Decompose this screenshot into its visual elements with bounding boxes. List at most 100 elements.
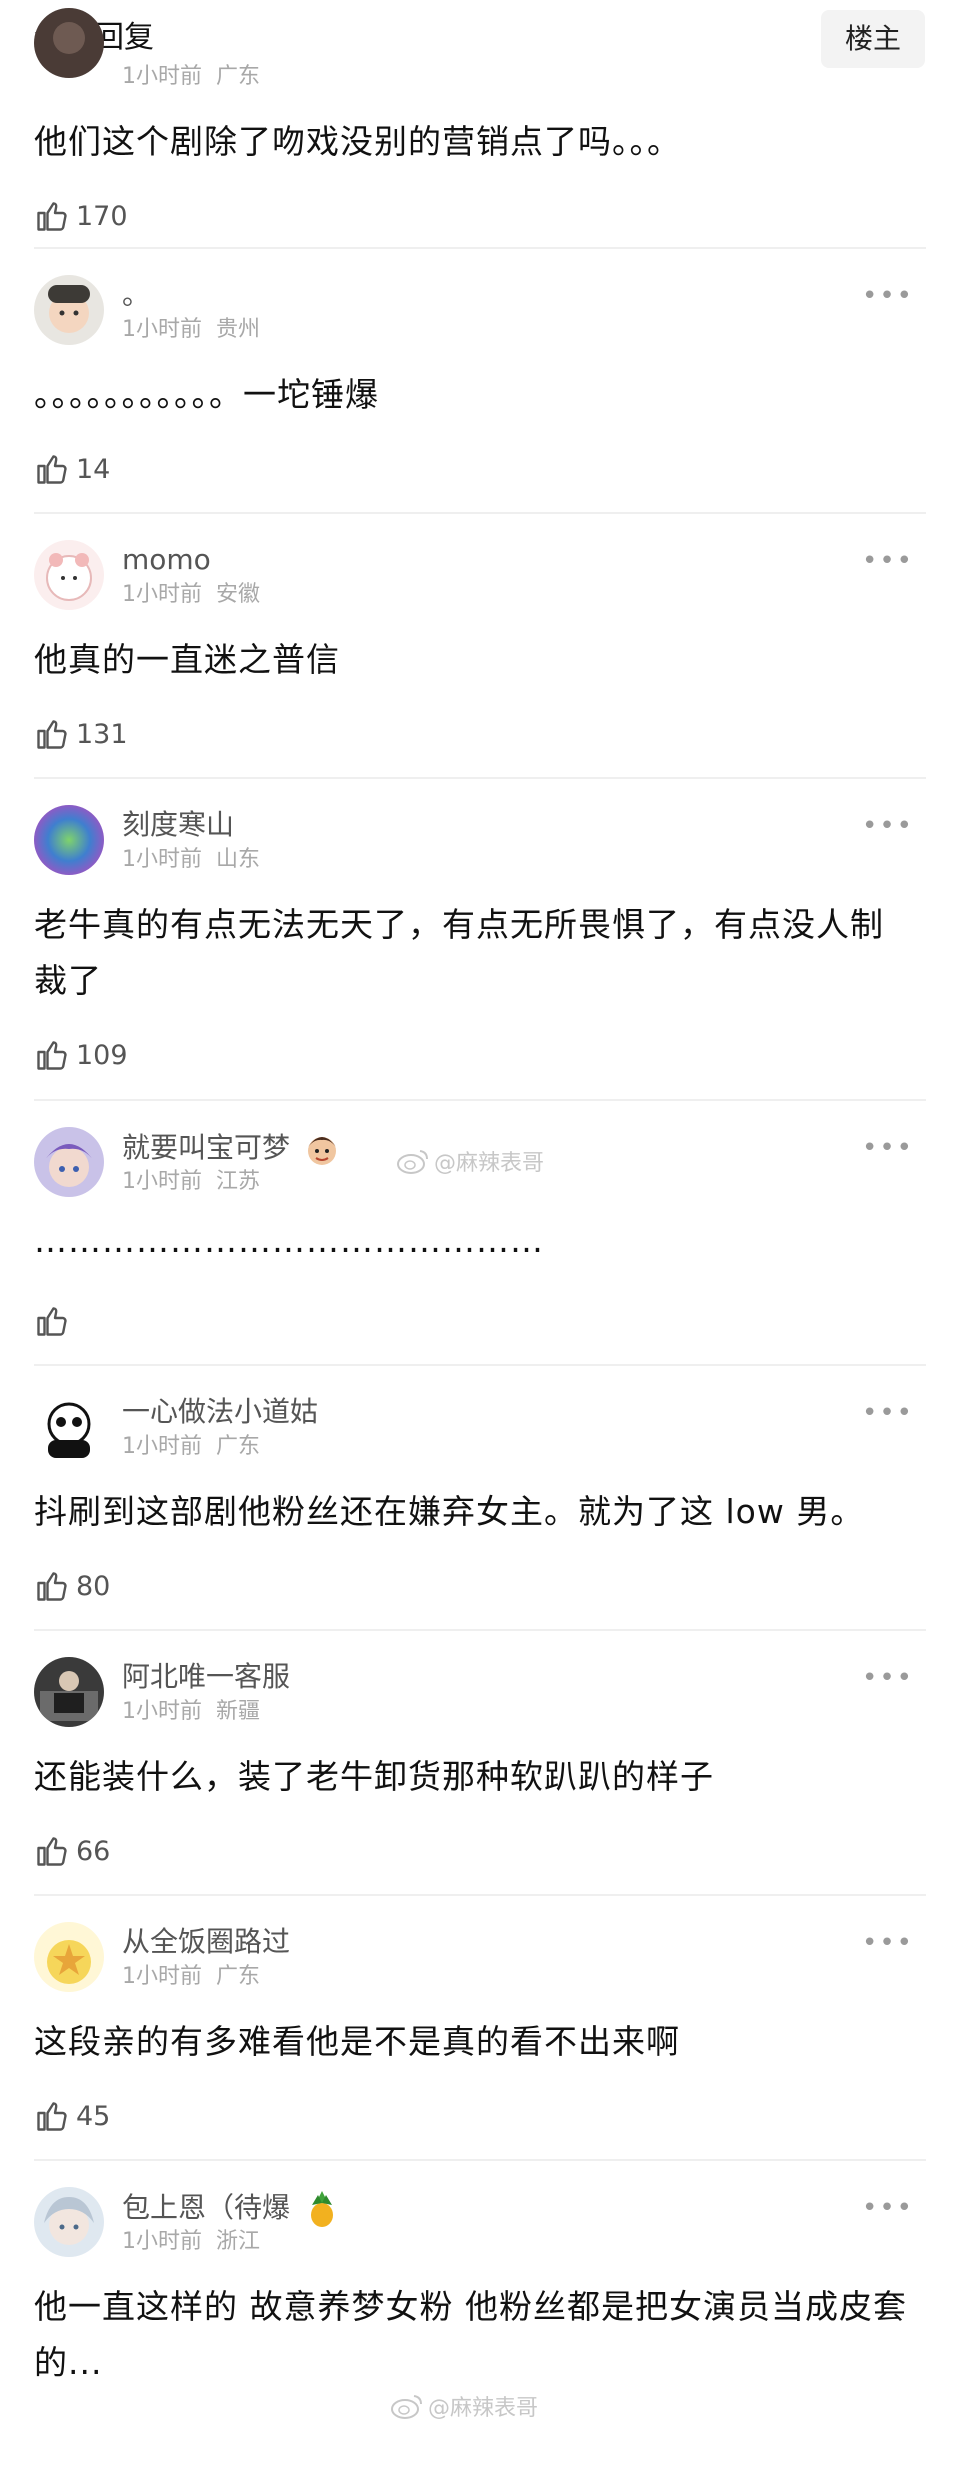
comment-text: 这段亲的有多难看他是不是真的看不出来啊 [34,2022,680,2061]
comment-location: 安徽 [216,582,261,607]
comment-text: 他真的一直迷之普信 [34,640,340,679]
comment-location: 浙江 [216,2229,261,2254]
comment-item: 从全饭圈路过 ••• 1小时前 广东 这段亲的有多难看他是不是真的看不出来啊 4… [34,1894,926,2159]
comment-time: 1小时前 [122,317,202,342]
comment-username[interactable]: 就要叫宝可梦 [122,1129,342,1169]
comment-meta: 1小时前 江苏 [122,1167,260,1197]
comment-text: 老牛真的有点无法无天了，有点无所畏惧了，有点没人制裁了 [34,905,884,1000]
comment-meta: 1小时前 广东 [122,1432,260,1462]
like-count: 14 [76,453,111,485]
like-count: 45 [76,2100,111,2132]
thumbs-up-icon [37,1572,67,1601]
emoji-badge-icon [302,1129,342,1169]
comment-time: 1小时前 [122,1169,202,1194]
comment-location: 广东 [216,1964,261,1989]
comment-meta: 1小时前 广东 [122,62,260,92]
comment-location: 贵州 [216,317,261,342]
like-button[interactable]: 131 [34,714,128,754]
avatar[interactable] [34,1657,104,1727]
more-dots-icon[interactable]: ••• [862,1665,914,1691]
comment-text: 他一直这样的 故意养梦女粉 他粉丝都是把女演员当成皮套的... [34,2287,907,2382]
like-button[interactable] [34,1301,76,1341]
comment-username[interactable]: 从全饭圈路过 [122,1924,290,1960]
comment-meta: 1小时前 广东 [122,1962,260,1992]
comment-meta: 1小时前 浙江 [122,2227,260,2257]
like-count: 131 [76,718,128,750]
comment-text: ……………………………………… [34,1221,544,1260]
comment-username-text: 包上恩（待爆 [122,2191,291,2224]
comment-username[interactable]: 刻度寒山 [122,807,234,843]
thumbs-up-icon [37,1837,67,1866]
comment-username[interactable]: 包上恩（待爆 [122,2189,342,2229]
thumbs-up-icon [37,202,67,231]
comment-username[interactable]: 。 [122,277,150,313]
like-button[interactable]: 170 [34,196,128,236]
like-button[interactable]: 66 [34,1831,110,1871]
comment-location: 新疆 [216,1699,261,1724]
thumbs-up-icon [37,1307,67,1336]
like-count: 109 [76,1039,128,1071]
more-dots-icon[interactable]: ••• [862,813,914,839]
watermark: @麻辣表哥 [390,2390,538,2422]
comment-username[interactable]: 一心做法小道姑 [122,1394,318,1430]
comment-time: 1小时前 [122,847,202,872]
comment-time: 1小时前 [122,582,202,607]
comment-text: 还能装什么，装了老牛卸货那种软趴趴的样子 [34,1757,714,1796]
comment-item: 阿北唯一客服 ••• 1小时前 新疆 还能装什么，装了老牛卸货那种软趴趴的样子 … [34,1629,926,1894]
avatar[interactable] [34,2187,104,2257]
comment-time: 1小时前 [122,64,202,89]
more-dots-icon[interactable]: ••• [862,1135,914,1161]
comment-time: 1小时前 [122,1434,202,1459]
watermark-text: @麻辣表哥 [434,1151,545,1176]
comment-username[interactable]: momo [122,542,211,578]
like-count: 80 [76,1570,111,1602]
comment-location: 广东 [216,1434,261,1459]
comment-text: 他们这个剧除了吻戏没别的营销点了吗。。。 [34,122,681,161]
comment-text: 抖刷到这部剧他粉丝还在嫌弃女主。就为了这 low 男。 [34,1492,865,1531]
like-count: 170 [76,200,128,232]
avatar[interactable] [34,1127,104,1197]
like-button[interactable]: 109 [34,1035,128,1075]
avatar[interactable] [34,275,104,345]
weibo-logo-icon [397,1150,428,1174]
avatar[interactable] [34,805,104,875]
avatar[interactable] [34,8,104,78]
pineapple-badge-icon [302,2189,342,2229]
thumbs-up-icon [37,2102,67,2131]
more-dots-icon[interactable]: ••• [862,1930,914,1956]
watermark: @麻辣表哥 [396,1145,544,1177]
thumbs-up-icon [37,1041,67,1070]
comment-item: 1小时前 广东 他们这个剧除了吻戏没别的营销点了吗。。。 170 [34,0,926,247]
like-button[interactable]: 14 [34,449,110,489]
comment-location: 山东 [216,847,261,872]
comment-list: 1小时前 广东 他们这个剧除了吻戏没别的营销点了吗。。。 170 。 ••• 1… [0,8,960,2481]
comment-meta: 1小时前 新疆 [122,1697,260,1727]
comment-meta: 1小时前 安徽 [122,580,260,610]
comment-time: 1小时前 [122,1699,202,1724]
watermark-text: @麻辣表哥 [428,2396,539,2421]
weibo-logo-icon [391,2395,422,2419]
comment-item: 一心做法小道姑 ••• 1小时前 广东 抖刷到这部剧他粉丝还在嫌弃女主。就为了这… [34,1364,926,1629]
like-button[interactable]: 45 [34,2096,110,2136]
more-dots-icon[interactable]: ••• [862,548,914,574]
comment-meta: 1小时前 贵州 [122,315,260,345]
comment-location: 江苏 [216,1169,261,1194]
comment-item: 包上恩（待爆 ••• 1小时前 浙江 他一直这样的 故意养梦女粉 他粉丝都是把女… [34,2159,926,2481]
comment-item: momo ••• 1小时前 安徽 他真的一直迷之普信 131 [34,512,926,777]
comment-time: 1小时前 [122,2229,202,2254]
comment-time: 1小时前 [122,1964,202,1989]
comment-item: 就要叫宝可梦 @麻辣表哥 ••• 1小时前 江苏 ……………………………………… [34,1099,926,1364]
more-dots-icon[interactable]: ••• [862,283,914,309]
more-dots-icon[interactable]: ••• [862,2195,914,2221]
comment-meta: 1小时前 山东 [122,845,260,875]
avatar[interactable] [34,540,104,610]
avatar[interactable] [34,1392,104,1462]
comment-username[interactable]: 阿北唯一客服 [122,1659,290,1695]
comment-username-text: 就要叫宝可梦 [122,1131,291,1164]
like-count: 66 [76,1835,111,1867]
avatar[interactable] [34,1922,104,1992]
more-dots-icon[interactable]: ••• [862,1400,914,1426]
comment-item: 。 ••• 1小时前 贵州 。。。。。。。。。。。一坨锤爆 14 [34,247,926,512]
thumbs-up-icon [37,455,67,484]
like-button[interactable]: 80 [34,1566,110,1606]
